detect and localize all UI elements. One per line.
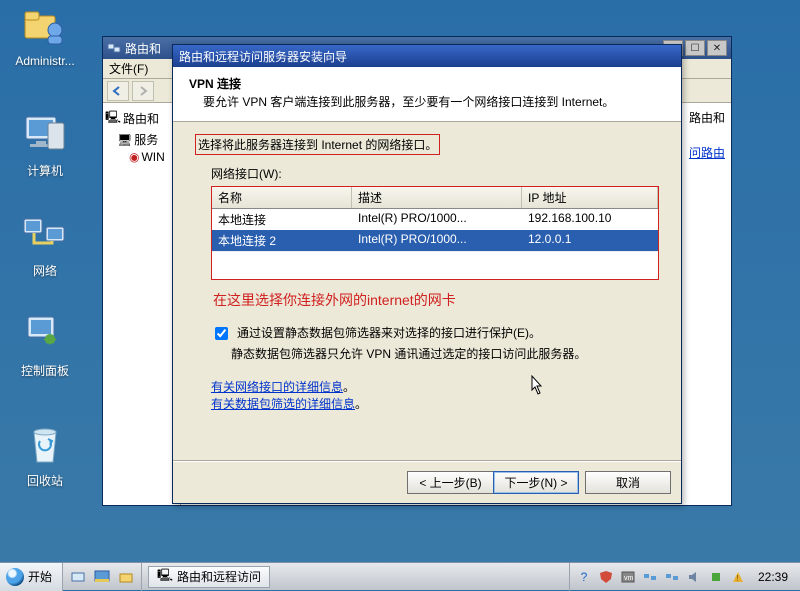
- desktop-icon-label: 控制面板: [10, 362, 80, 379]
- toolbar-forward-button[interactable]: [132, 81, 154, 101]
- maximize-button[interactable]: ☐: [685, 40, 705, 56]
- ql-desktop-icon[interactable]: [93, 568, 111, 586]
- start-button[interactable]: 开始: [0, 563, 63, 591]
- tray-network-icon[interactable]: [642, 569, 658, 585]
- svg-text:!: !: [736, 574, 738, 583]
- interface-table[interactable]: 名称 描述 IP 地址 本地连接 Intel(R) PRO/1000... 19…: [211, 186, 659, 280]
- tray-security-icon[interactable]: [598, 569, 614, 585]
- next-button[interactable]: 下一步(N) >: [493, 471, 579, 494]
- wizard-titlebar[interactable]: 路由和远程访问服务器安装向导: [173, 45, 681, 67]
- toolbar-back-button[interactable]: [107, 81, 129, 101]
- system-tray: ? vm ! 22:39: [569, 563, 800, 591]
- server-icon: 🖳: [105, 108, 121, 129]
- wizard-instruction: 选择将此服务器连接到 Internet 的网络接口。: [195, 134, 440, 155]
- interface-label: 网络接口(W):: [211, 165, 659, 182]
- wizard-footer: < 上一步(B) 下一步(N) > 取消: [173, 461, 681, 503]
- wizard-header-subtitle: 要允许 VPN 客户端连接到此服务器，至少要有一个网络接口连接到 Interne…: [203, 94, 665, 111]
- task-item-icon: 🖳: [157, 566, 173, 587]
- back-button[interactable]: < 上一步(B): [407, 471, 493, 494]
- wizard-body: 选择将此服务器连接到 Internet 的网络接口。 网络接口(W): 名称 描…: [173, 122, 681, 456]
- desktop-icon-control-panel[interactable]: 控制面板: [10, 310, 80, 379]
- table-row[interactable]: 本地连接 2 Intel(R) PRO/1000... 12.0.0.1: [212, 230, 658, 251]
- filter-checkbox[interactable]: [215, 327, 228, 340]
- tray-power-icon[interactable]: [708, 569, 724, 585]
- stop-icon: ◉: [129, 150, 139, 164]
- network-icon: [21, 210, 69, 258]
- tray-action-icon[interactable]: !: [730, 569, 746, 585]
- recycle-bin-icon: [21, 420, 69, 468]
- link-filter-details[interactable]: 有关数据包筛选的详细信息: [211, 397, 355, 411]
- ql-server-icon[interactable]: [69, 568, 87, 586]
- taskbar: 开始 🖳 路由和远程访问 ? vm ! 22:39: [0, 562, 800, 590]
- col-ip[interactable]: IP 地址: [522, 187, 658, 208]
- desktop-icon-label: 网络: [10, 262, 80, 279]
- tree-node-service[interactable]: 🖥 服务: [105, 130, 178, 149]
- wizard-header: VPN 连接 要允许 VPN 客户端连接到此服务器，至少要有一个网络接口连接到 …: [173, 67, 681, 122]
- tree-root[interactable]: 🖳 路由和: [105, 107, 178, 130]
- task-item-label: 路由和远程访问: [177, 568, 261, 585]
- task-item-rras[interactable]: 🖳 路由和远程访问: [148, 566, 270, 588]
- close-button[interactable]: ✕: [707, 40, 727, 56]
- content-link[interactable]: 问路由: [689, 146, 725, 160]
- desktop-icon-label: Administr...: [10, 54, 80, 68]
- wizard-dialog: 路由和远程访问服务器安装向导 VPN 连接 要允许 VPN 客户端连接到此服务器…: [172, 44, 682, 504]
- tray-help-icon[interactable]: ?: [576, 569, 592, 585]
- control-panel-icon: [21, 310, 69, 358]
- wizard-title: 路由和远程访问服务器安装向导: [179, 48, 347, 65]
- start-orb-icon: [6, 568, 24, 586]
- desktop-icon-recycle[interactable]: 回收站: [10, 420, 80, 489]
- quick-launch: [63, 563, 142, 591]
- start-label: 开始: [28, 568, 52, 585]
- checkbox-note: 静态数据包筛选器只允许 VPN 通讯通过选定的接口访问此服务器。: [231, 345, 659, 362]
- ql-explorer-icon[interactable]: [117, 568, 135, 586]
- desktop-icon-label: 计算机: [10, 162, 80, 179]
- desktop-icon-network[interactable]: 网络: [10, 210, 80, 279]
- desktop-icon-label: 回收站: [10, 472, 80, 489]
- annotation-text: 在这里选择你连接外网的internet的网卡: [213, 290, 659, 310]
- tree-view[interactable]: 🖳 路由和 🖥 服务 ◉ WIN: [103, 103, 181, 505]
- tray-clock[interactable]: 22:39: [752, 570, 794, 584]
- col-desc[interactable]: 描述: [352, 187, 522, 208]
- app-icon: [107, 41, 121, 55]
- tray-volume-icon[interactable]: [686, 569, 702, 585]
- table-header: 名称 描述 IP 地址: [212, 187, 658, 209]
- checkbox-label: 通过设置静态数据包筛选器来对选择的接口进行保护(E)。: [237, 324, 541, 341]
- tray-vm-icon[interactable]: vm: [620, 569, 636, 585]
- desktop-icon-admin[interactable]: Administr...: [10, 2, 80, 68]
- folder-user-icon: [21, 2, 69, 50]
- tree-node-win[interactable]: ◉ WIN: [105, 149, 178, 165]
- cancel-button[interactable]: 取消: [585, 471, 671, 494]
- link-interface-details[interactable]: 有关网络接口的详细信息: [211, 380, 343, 394]
- table-row[interactable]: 本地连接 Intel(R) PRO/1000... 192.168.100.10: [212, 209, 658, 230]
- wizard-header-title: VPN 连接: [189, 75, 665, 92]
- col-name[interactable]: 名称: [212, 187, 352, 208]
- tray-network2-icon[interactable]: [664, 569, 680, 585]
- svg-text:vm: vm: [624, 575, 634, 582]
- menu-file[interactable]: 文件(F): [109, 60, 148, 77]
- computer-icon: [21, 110, 69, 158]
- desktop-icon-computer[interactable]: 计算机: [10, 110, 80, 179]
- server-node-icon: 🖥: [117, 133, 132, 147]
- task-items: 🖳 路由和远程访问: [142, 566, 569, 588]
